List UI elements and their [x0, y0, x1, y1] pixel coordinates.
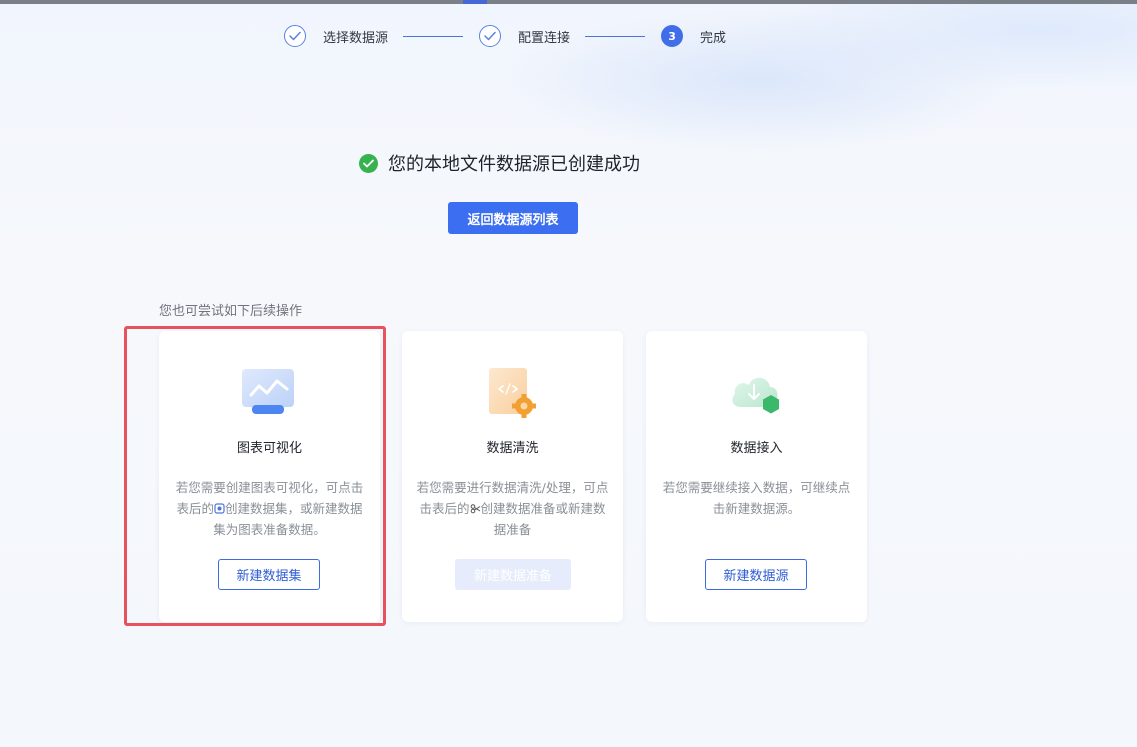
step-1-label: 选择数据源 [323, 30, 389, 46]
success-check-icon [359, 153, 378, 173]
step-2: 配置连接 [479, 25, 570, 47]
new-data-prep-button[interactable]: 新建数据准备 [455, 559, 571, 590]
card-title: 图表可视化 [236, 441, 302, 456]
back-to-datasource-list-button[interactable]: 返回数据源列表 [448, 202, 578, 234]
new-dataset-button[interactable]: 新建数据集 [218, 559, 320, 590]
step-indicator: 选择数据源 配置连接 3 完成 [284, 24, 726, 48]
step-connector-1 [403, 35, 464, 37]
card-description: 若您需要继续接入数据，可继续点击新建数据源。 [662, 480, 851, 516]
step-connector-2 [585, 35, 646, 37]
new-datasource-button[interactable]: 新建数据源 [705, 559, 807, 590]
card-chart-visualization: 图表可视化 若您需要创建图表可视化，可点击表后的 创建数据集，或新建数据集为图表准… [159, 331, 380, 622]
card-description-part2: 创建数据集，或新建数据集为图表准备数据。 [213, 501, 363, 537]
success-text: 您的本地文件数据源已创建成功 [388, 154, 640, 175]
card-title: 数据清洗 [486, 441, 539, 456]
page: 选择数据源 配置连接 3 完成 您的本地文件数据源已创建成功 返回数据源列表 您… [0, 0, 1137, 747]
step-3-label: 完成 [700, 30, 727, 46]
card-description: 若您需要进行数据清洗/处理，可点击表后的 创建数据准备或新建数据准备 [416, 477, 609, 540]
card-description-part2: 创建数据准备或新建数据准备 [480, 501, 606, 537]
card-title: 数据接入 [730, 441, 783, 456]
top-bar [0, 0, 1137, 4]
card-data-ingestion: 数据接入 若您需要继续接入数据，可继续点击新建数据源。 新建数据源 [646, 331, 867, 622]
step-3-number: 3 [661, 25, 684, 47]
step-3: 3 完成 [661, 25, 726, 47]
step-1-check-icon [284, 25, 306, 47]
card-data-cleaning: 数据清洗 若您需要进行数据清洗/处理，可点击表后的 创建数据准备或新建数据准备 新… [402, 331, 623, 622]
step-1: 选择数据源 [284, 25, 388, 47]
chart-visualization-icon [242, 369, 294, 414]
success-message: 您的本地文件数据源已创建成功 [359, 150, 640, 176]
step-2-check-icon [479, 25, 502, 47]
data-cleaning-icon [489, 368, 536, 418]
card-description: 若您需要创建图表可视化，可点击表后的 创建数据集，或新建数据集为图表准备数据。 [173, 477, 366, 540]
top-bar-accent [463, 0, 487, 4]
step-2-label: 配置连接 [518, 30, 571, 46]
data-ingestion-icon [732, 377, 779, 414]
next-steps-hint: 您也可尝试如下后续操作 [159, 304, 303, 319]
create-data-prep-icon [470, 504, 480, 514]
create-dataset-icon [214, 503, 225, 514]
